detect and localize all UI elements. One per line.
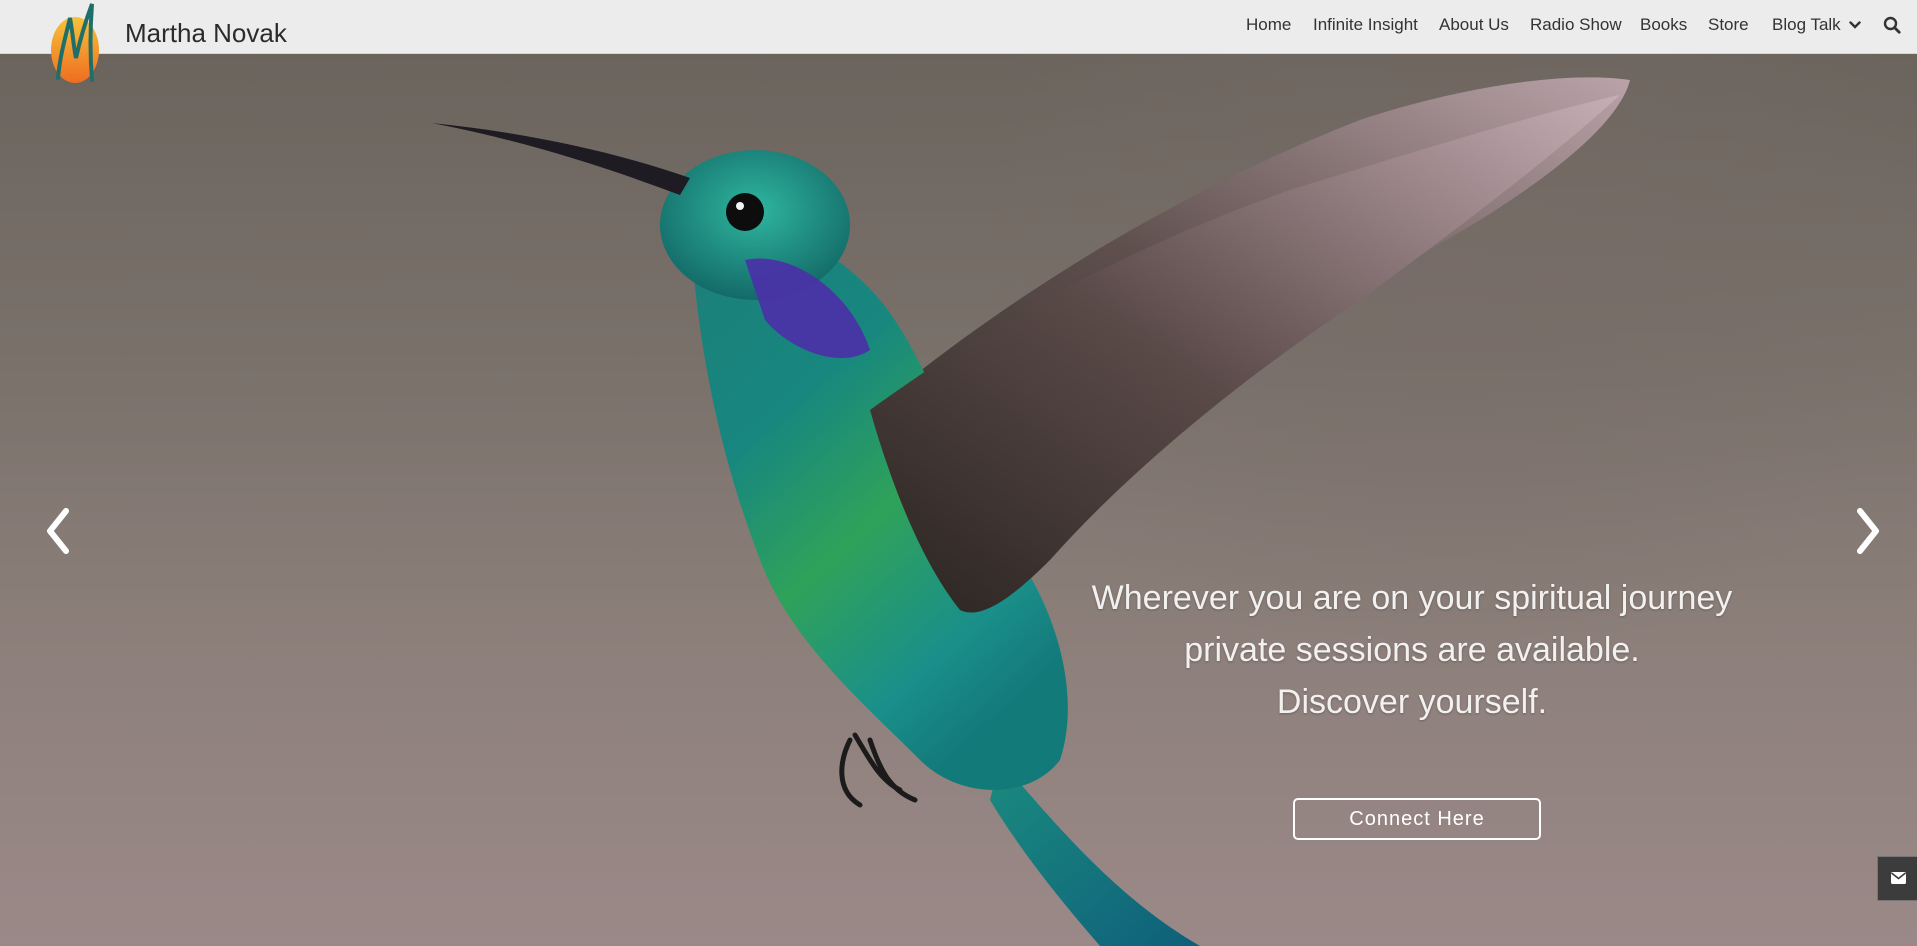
m-letter-logo-icon[interactable] xyxy=(46,0,106,88)
hero-caption: Wherever you are on your spiritual journ… xyxy=(1086,572,1738,728)
hero-slider: Wherever you are on your spiritual journ… xyxy=(0,53,1917,946)
chevron-left-icon[interactable] xyxy=(38,501,78,561)
nav-radio-show[interactable]: Radio Show xyxy=(1530,15,1622,35)
hero-caption-line: private sessions are available. xyxy=(1184,631,1640,669)
site-header: Martha Novak Home Infinite Insight About… xyxy=(0,0,1917,83)
search-icon[interactable] xyxy=(1883,16,1901,34)
chevron-down-icon[interactable] xyxy=(1849,20,1861,30)
hero-caption-line: Wherever you are on your spiritual journ… xyxy=(1091,579,1733,617)
chevron-right-icon[interactable] xyxy=(1848,501,1888,561)
nav-infinite-insight[interactable]: Infinite Insight xyxy=(1313,15,1418,35)
envelope-icon xyxy=(1891,872,1906,884)
nav-home[interactable]: Home xyxy=(1246,15,1291,35)
nav-store[interactable]: Store xyxy=(1708,15,1749,35)
contact-tab-button[interactable] xyxy=(1877,856,1917,901)
site-title[interactable]: Martha Novak xyxy=(125,18,287,49)
hummingbird-image xyxy=(432,77,1630,946)
nav-blog-talk[interactable]: Blog Talk xyxy=(1772,15,1841,35)
nav-books[interactable]: Books xyxy=(1640,15,1687,35)
nav-about-us[interactable]: About Us xyxy=(1439,15,1509,35)
connect-here-button[interactable]: Connect Here xyxy=(1293,798,1541,840)
hero-caption-line: Discover yourself. xyxy=(1276,683,1548,721)
